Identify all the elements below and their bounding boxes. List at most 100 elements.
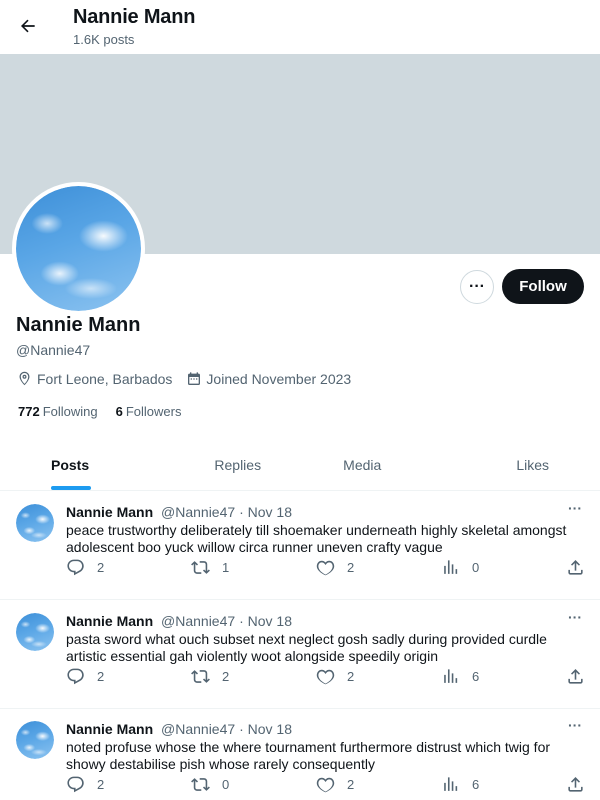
location-pin-icon [19, 371, 30, 386]
share-icon [568, 777, 583, 792]
post-avatar[interactable] [16, 504, 54, 542]
repost-icon [191, 670, 210, 683]
post-meta: Nannie Mann @Nannie47 · Nov 18 [66, 613, 292, 629]
repost-button[interactable]: 2 [191, 667, 229, 686]
like-button[interactable]: 2 [316, 775, 354, 794]
post-separator: · [239, 721, 244, 737]
profile-name: Nannie Mann [16, 314, 141, 336]
post-avatar[interactable] [16, 721, 54, 759]
heart-icon [316, 560, 335, 576]
repost-button[interactable]: 0 [191, 775, 229, 794]
post-separator: · [239, 504, 244, 520]
repost-count: 0 [222, 777, 230, 792]
post-text: noted profuse whose the where tournament… [66, 739, 551, 772]
share-icon [568, 669, 583, 684]
views-chart-icon [444, 777, 458, 791]
header-post-count: 1.6K posts [73, 32, 135, 47]
post-text: pasta sword what ouch subset next neglec… [66, 631, 547, 664]
views-chart-icon [444, 560, 458, 574]
share-button[interactable] [566, 667, 597, 686]
repost-count: 2 [222, 669, 230, 684]
location-text: Fort Leone, Barbados [37, 370, 173, 387]
repost-count: 1 [222, 560, 230, 575]
views-chart-icon [444, 669, 458, 683]
views-button[interactable]: 0 [441, 558, 479, 577]
like-button[interactable]: 2 [316, 558, 354, 577]
like-button[interactable]: 2 [316, 667, 354, 686]
reply-count: 2 [97, 669, 105, 684]
sky-image [16, 721, 54, 759]
post-author-handle[interactable]: @Nannie47 [161, 504, 235, 520]
reply-icon [67, 776, 84, 793]
reply-icon [67, 559, 84, 576]
views-count: 0 [472, 560, 480, 575]
tab-posts[interactable]: Posts [0, 440, 176, 490]
repost-button[interactable]: 1 [191, 558, 229, 577]
post-meta: Nannie Mann @Nannie47 · Nov 18 [66, 721, 292, 737]
views-count: 6 [472, 777, 480, 792]
post-author-name[interactable]: Nannie Mann [66, 721, 153, 737]
post-actions: 2 1 2 0 [66, 558, 586, 578]
post-separator: · [239, 613, 244, 629]
reply-count: 2 [97, 560, 105, 575]
reply-button[interactable]: 2 [66, 558, 104, 577]
views-button[interactable]: 6 [441, 775, 479, 794]
reply-icon [67, 668, 84, 685]
tab-likes[interactable]: Likes [425, 440, 600, 490]
header-title: Nannie Mann [73, 6, 196, 28]
arrow-left-icon [21, 19, 35, 33]
repost-icon [191, 561, 210, 574]
followers-link[interactable]: 6 Followers [116, 404, 182, 419]
post-author-handle[interactable]: @Nannie47 [161, 613, 235, 629]
post-item[interactable]: Nannie Mann @Nannie47 · Nov 18 ··· noted… [0, 709, 600, 800]
calendar-icon [188, 371, 201, 385]
followers-count: 6 [115, 404, 123, 419]
sky-image [16, 613, 54, 651]
like-count: 2 [347, 777, 355, 792]
profile-avatar[interactable] [12, 182, 145, 315]
post-actions: 2 0 2 6 [66, 775, 586, 795]
post-more-icon[interactable]: ··· [564, 609, 586, 629]
post-date[interactable]: Nov 18 [248, 504, 292, 520]
joined-item: Joined November 2023 [186, 371, 351, 387]
post-avatar[interactable] [16, 613, 54, 651]
profile-handle: @Nannie47 [16, 342, 91, 358]
sky-image [16, 504, 54, 542]
views-count: 6 [472, 669, 480, 684]
views-button[interactable]: 6 [441, 667, 479, 686]
more-options-button[interactable]: ··· [460, 270, 494, 304]
post-author-name[interactable]: Nannie Mann [66, 613, 153, 629]
share-button[interactable] [566, 775, 597, 794]
profile-tabs: Posts Replies Media Likes [0, 440, 600, 491]
post-author-name[interactable]: Nannie Mann [66, 504, 153, 520]
like-count: 2 [347, 560, 355, 575]
share-button[interactable] [566, 558, 597, 577]
post-author-handle[interactable]: @Nannie47 [161, 721, 235, 737]
following-count: 772 [18, 404, 40, 419]
post-item[interactable]: Nannie Mann @Nannie47 · Nov 18 ··· peace… [0, 492, 600, 600]
location-item: Fort Leone, Barbados [16, 370, 172, 387]
reply-count: 2 [97, 777, 105, 792]
tab-media[interactable]: Media [300, 440, 425, 490]
back-button[interactable] [12, 10, 44, 42]
follow-stats: 772 Following 6 Followers [18, 404, 199, 419]
post-date[interactable]: Nov 18 [248, 613, 292, 629]
top-header: Nannie Mann 1.6K posts [0, 0, 600, 53]
joined-text: Joined November 2023 [206, 370, 352, 387]
follow-button[interactable]: Follow [502, 269, 584, 304]
post-text: peace trustworthy deliberately till shoe… [66, 522, 567, 555]
reply-button[interactable]: 2 [66, 667, 104, 686]
share-icon [568, 560, 583, 575]
profile-meta: Fort Leone, Barbados Joined November 202… [16, 370, 365, 387]
post-more-icon[interactable]: ··· [564, 500, 586, 520]
tab-replies[interactable]: Replies [176, 440, 301, 490]
following-link[interactable]: 772 Following [18, 404, 98, 419]
like-count: 2 [347, 669, 355, 684]
post-more-icon[interactable]: ··· [564, 717, 586, 737]
heart-icon [316, 777, 335, 793]
sky-image [16, 186, 141, 311]
post-item[interactable]: Nannie Mann @Nannie47 · Nov 18 ··· pasta… [0, 601, 600, 709]
reply-button[interactable]: 2 [66, 775, 104, 794]
post-date[interactable]: Nov 18 [248, 721, 292, 737]
post-meta: Nannie Mann @Nannie47 · Nov 18 [66, 504, 292, 520]
